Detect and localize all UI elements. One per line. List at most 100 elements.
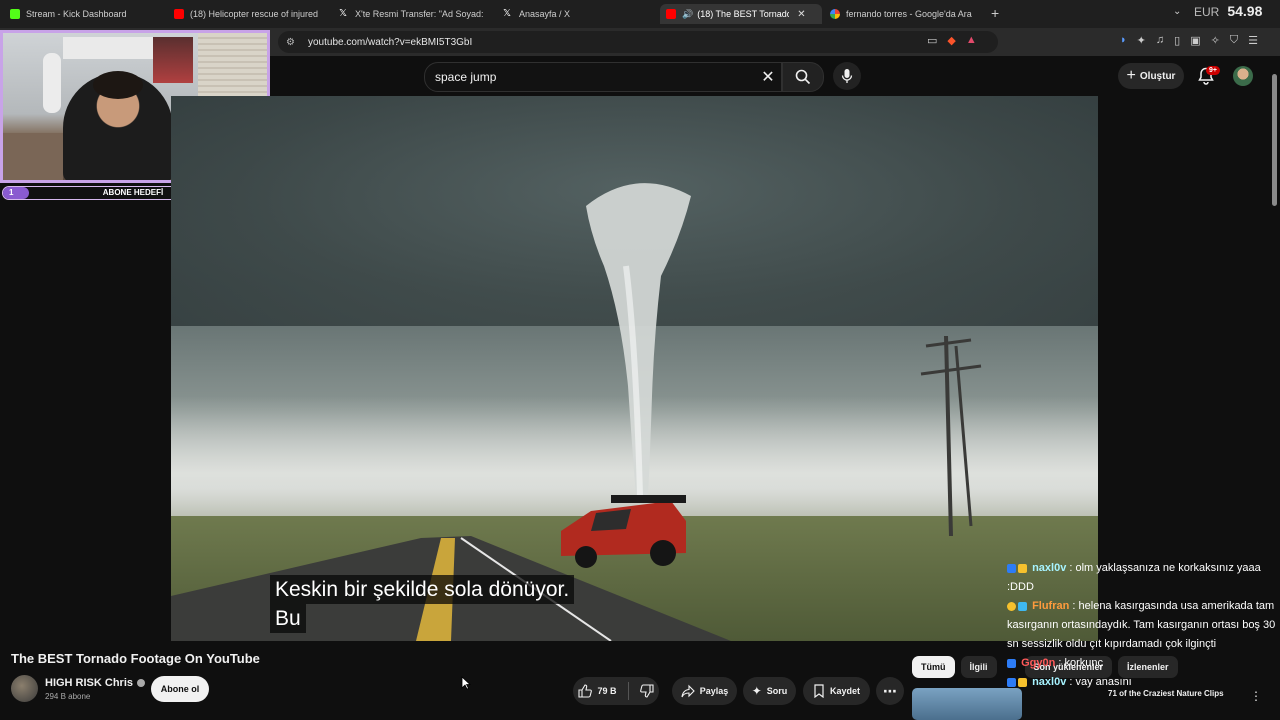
google-icon — [830, 9, 840, 19]
vpn-shield-icon[interactable]: ⛉ — [1230, 34, 1238, 47]
chat-username[interactable]: naxl0v — [1032, 562, 1066, 574]
red-pickup-truck — [561, 495, 686, 568]
notification-count-badge: 9+ — [1206, 66, 1220, 75]
badge-icon — [1007, 677, 1016, 687]
account-avatar[interactable] — [1233, 66, 1253, 86]
share-icon — [681, 684, 695, 698]
tab-helicopter-rescue[interactable]: (18) Helicopter rescue of injured hike — [174, 4, 320, 24]
leo-ai-icon[interactable]: ✧ — [1211, 34, 1220, 47]
menu-icon[interactable]: ☰ — [1248, 34, 1258, 47]
webcam-streamer-hair — [93, 71, 143, 99]
webcam-poster — [153, 37, 193, 83]
channel-name-row[interactable]: HIGH RISK Chris — [45, 677, 146, 689]
verified-icon — [137, 679, 146, 688]
chip-related[interactable]: İlgili — [960, 656, 997, 678]
search-input[interactable]: space jump — [435, 70, 755, 84]
video-player[interactable] — [171, 96, 1098, 641]
tab-title: fernando torres - Google'da Ara — [846, 9, 972, 19]
tornado-funnel — [586, 183, 691, 496]
channel-name[interactable]: HIGH RISK Chris — [45, 677, 133, 689]
audio-extension-icon[interactable]: ◗ — [1120, 34, 1127, 47]
share-button[interactable]: Paylaş — [672, 677, 737, 705]
brave-shield-icon[interactable]: ◆ — [947, 34, 955, 47]
subscribe-button[interactable]: Abone ol — [151, 676, 209, 702]
video-title: The BEST Tornado Footage On YouTube — [11, 651, 260, 666]
more-actions-button[interactable]: ⋯ — [876, 677, 904, 705]
wallet-icon[interactable]: ▣ — [1190, 34, 1200, 47]
more-horizontal-icon: ⋯ — [883, 682, 897, 699]
extension-icons: ◗ ✦ ♫ ▯ ▣ ✧ ⛉ ☰ — [1120, 34, 1258, 47]
speaker-icon: 🔊 — [682, 8, 694, 19]
page-scrollbar[interactable] — [1271, 62, 1278, 212]
tab-google-search[interactable]: fernando torres - Google'da Ara — [830, 4, 980, 24]
new-tab-plus-icon[interactable]: + — [991, 5, 999, 21]
search-icon — [795, 69, 811, 85]
ask-label: Soru — [766, 686, 788, 696]
thumbs-up-icon — [578, 684, 593, 698]
x-icon: 𝕏 — [339, 8, 348, 19]
puzzle-icon[interactable]: ✦ — [1137, 34, 1146, 47]
sparkle-icon: ✦ — [751, 684, 762, 698]
subtitle-line-1: Keskin bir şekilde sola dönüyor. — [270, 575, 575, 604]
chat-text: korkunç — [1064, 657, 1103, 669]
youtube-icon — [666, 9, 676, 19]
tab-x-home[interactable]: 𝕏 Anasayfa / X — [503, 4, 643, 24]
tab-tornado-video[interactable]: 🔊 (18) The BEST Tornado Foota ✕ — [660, 4, 822, 24]
brave-rewards-icon[interactable]: ▲ — [966, 34, 977, 47]
tab-title: (18) The BEST Tornado Foota — [697, 9, 790, 19]
webcam-sofa — [3, 133, 63, 180]
like-button[interactable]: 79 B — [578, 684, 617, 698]
chat-message: naxl0v : olm yaklaşsanıza ne korkaksınız… — [1007, 562, 1261, 593]
channel-avatar[interactable] — [11, 675, 38, 702]
search-button[interactable] — [782, 62, 824, 92]
chat-message: Flufran : helena kasırgasında usa amerik… — [1007, 600, 1276, 650]
chat-messages: naxl0v : olm yaklaşsanıza ne korkaksınız… — [1007, 559, 1280, 692]
bookmark-icon — [814, 684, 824, 698]
url-omnibox[interactable]: ⚙ youtube.com/watch?v=ekBMI5T3GbI — [278, 31, 998, 53]
sidebar-icon[interactable]: ▯ — [1174, 34, 1180, 47]
chevron-down-icon[interactable]: ⌄ — [1173, 6, 1181, 17]
power-line-pole — [920, 335, 982, 536]
subscriber-badge-icon — [1018, 563, 1027, 573]
ticker-value: 54.98 — [1227, 3, 1263, 19]
ticker-currency: EUR — [1194, 5, 1220, 19]
plus-icon: + — [1126, 67, 1136, 84]
tab-title: (18) Helicopter rescue of injured hike — [190, 9, 320, 19]
chat-username[interactable]: Flufran — [1032, 600, 1069, 612]
close-icon[interactable]: ✕ — [797, 9, 805, 20]
subscriber-badge-icon — [1018, 677, 1027, 687]
chat-message: naxl0v : vay anasını — [1007, 673, 1280, 692]
recommended-video-thumbnail[interactable] — [912, 688, 1022, 720]
currency-ticker: EUR 54.98 — [1194, 3, 1262, 19]
youtube-icon — [174, 9, 184, 19]
chat-username[interactable]: Ggy0n — [1021, 657, 1055, 669]
thumbs-down-icon[interactable] — [639, 684, 654, 698]
subscriber-badge-icon — [1018, 601, 1027, 611]
like-dislike-group: 79 B — [573, 677, 659, 705]
tab-kick-dashboard[interactable]: Stream - Kick Dashboard — [10, 4, 145, 24]
browser-tab-strip: Stream - Kick Dashboard (18) Helicopter … — [0, 0, 1280, 28]
music-icon[interactable]: ♫ — [1156, 34, 1164, 47]
create-label: Oluştur — [1139, 70, 1176, 82]
tab-x-transfer[interactable]: 𝕏 X'te Resmi Transfer: "Ad Soyad: Dieg — [339, 4, 485, 24]
url-text[interactable]: youtube.com/watch?v=ekBMI5T3GbI — [308, 37, 472, 48]
badge-icon — [1007, 601, 1016, 611]
save-label: Kaydet — [829, 686, 860, 696]
site-settings-icon[interactable]: ⚙ — [286, 37, 298, 48]
ask-button[interactable]: ✦ Soru — [743, 677, 796, 705]
search-box[interactable]: space jump ✕ — [424, 62, 782, 92]
webcam-guitar — [43, 53, 61, 113]
voice-search-button[interactable] — [833, 62, 861, 90]
like-divider — [627, 682, 629, 700]
chat-username[interactable]: naxl0v — [1032, 676, 1066, 688]
badge-icon — [1007, 563, 1016, 573]
clear-search-icon[interactable]: ✕ — [755, 67, 781, 87]
chip-all[interactable]: Tümü — [912, 656, 955, 678]
cast-icon[interactable]: ▭ — [927, 34, 937, 47]
save-button[interactable]: Kaydet — [803, 677, 870, 705]
stream-chat-overlay: naxl0v : olm yaklaşsanıza ne korkaksınız… — [1007, 559, 1280, 720]
scrollbar-thumb[interactable] — [1272, 74, 1277, 206]
create-button[interactable]: + Oluştur — [1118, 63, 1184, 89]
microphone-icon — [841, 69, 853, 83]
chat-text: vay anasını — [1075, 676, 1132, 688]
